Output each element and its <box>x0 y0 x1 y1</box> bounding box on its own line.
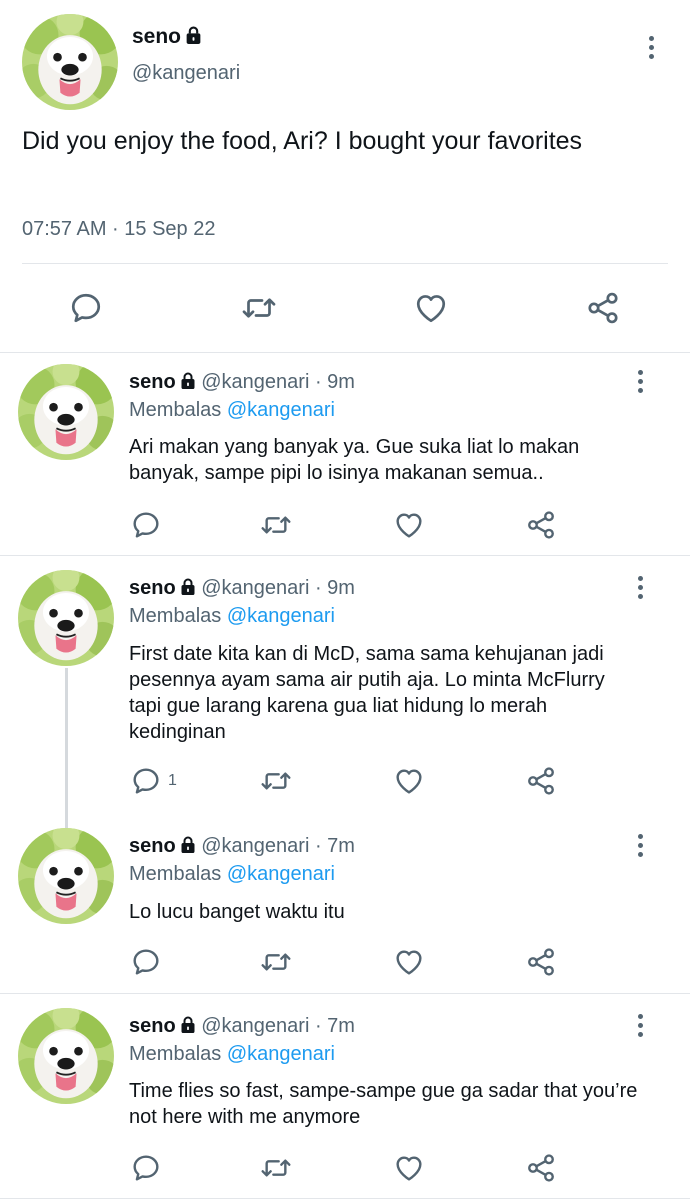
retweet-button[interactable] <box>259 765 293 797</box>
reply-icon <box>130 946 162 978</box>
like-button[interactable] <box>393 1152 425 1184</box>
more-icon[interactable] <box>636 370 644 397</box>
retweet-icon <box>259 765 293 797</box>
reply-button[interactable] <box>130 509 168 541</box>
more-icon[interactable] <box>636 576 644 603</box>
more-icon[interactable] <box>636 1014 644 1041</box>
share-icon <box>525 1152 557 1184</box>
retweet-icon <box>259 509 293 541</box>
reply-header: seno @kangenari · 7m <box>129 835 355 858</box>
share-icon <box>525 509 557 541</box>
share-icon <box>525 765 557 797</box>
like-icon <box>393 765 425 797</box>
author-name-row[interactable]: seno <box>132 25 202 49</box>
retweet-icon <box>259 1152 293 1184</box>
share-button[interactable] <box>585 290 621 326</box>
retweet-icon <box>259 946 293 978</box>
author-handle[interactable]: @kangenari <box>201 371 309 393</box>
lock-icon <box>180 578 196 596</box>
lock-icon <box>180 836 196 854</box>
divider <box>0 993 690 994</box>
reply-button[interactable] <box>68 290 104 326</box>
tweet-timestamp[interactable]: 07:57 AM · 15 Sep 22 <box>22 218 215 241</box>
author-name[interactable]: seno <box>129 835 176 857</box>
reply-icon <box>130 765 162 797</box>
replying-to-link[interactable]: @kangenari <box>227 1043 335 1065</box>
author-name[interactable]: seno <box>129 577 176 599</box>
reply-button[interactable]: 1 <box>130 765 177 797</box>
share-button[interactable] <box>525 509 557 541</box>
like-button[interactable] <box>413 290 449 326</box>
retweet-button[interactable] <box>259 946 293 978</box>
reply-header: seno @kangenari · 7m <box>129 1015 355 1038</box>
reply-time[interactable]: · 9m <box>315 371 355 393</box>
author-handle[interactable]: @kangenari <box>201 1015 309 1037</box>
share-button[interactable] <box>525 765 557 797</box>
like-icon <box>393 509 425 541</box>
lock-icon <box>185 26 202 45</box>
lock-icon <box>180 1016 196 1034</box>
share-icon <box>525 946 557 978</box>
reply-icon <box>130 509 162 541</box>
divider <box>22 263 668 264</box>
reply-header: seno @kangenari · 9m <box>129 577 355 600</box>
more-icon[interactable] <box>636 834 644 861</box>
retweet-button[interactable] <box>259 509 293 541</box>
like-button[interactable] <box>393 509 425 541</box>
like-icon <box>393 946 425 978</box>
replying-to: Membalas @kangenari <box>129 399 335 421</box>
author-name[interactable]: seno <box>129 371 176 393</box>
author-handle[interactable]: @kangenari <box>132 62 240 85</box>
reply-time[interactable]: · 7m <box>315 835 355 857</box>
tweet-text: Did you enjoy the food, Ari? I bought yo… <box>22 127 583 155</box>
replying-to-link[interactable]: @kangenari <box>227 605 335 627</box>
divider <box>0 1198 690 1199</box>
replying-to: Membalas @kangenari <box>129 605 335 627</box>
author-name[interactable]: seno <box>129 1015 176 1037</box>
retweet-button[interactable] <box>240 290 278 326</box>
reply-text: Time flies so fast, sampe-sampe gue ga s… <box>129 1080 638 1128</box>
thread-line <box>65 668 68 828</box>
reply-icon <box>130 1152 162 1184</box>
avatar[interactable] <box>18 570 114 666</box>
retweet-button[interactable] <box>259 1152 293 1184</box>
divider <box>0 352 690 353</box>
reply-time[interactable]: · 9m <box>315 577 355 599</box>
reply-text: Lo lucu banget waktu itu <box>129 901 345 923</box>
reply-count: 1 <box>168 772 177 789</box>
avatar[interactable] <box>22 14 118 110</box>
like-button[interactable] <box>393 946 425 978</box>
reply-text: Ari makan yang banyak ya. Gue suka liat … <box>129 436 580 484</box>
like-icon <box>413 290 449 326</box>
reply-button[interactable] <box>130 946 168 978</box>
replying-to: Membalas @kangenari <box>129 1043 335 1065</box>
retweet-icon <box>240 290 278 326</box>
reply-text: First date kita kan di McD, sama sama ke… <box>129 643 605 743</box>
replying-to-link[interactable]: @kangenari <box>227 863 335 885</box>
share-button[interactable] <box>525 1152 557 1184</box>
author-handle[interactable]: @kangenari <box>201 577 309 599</box>
more-icon[interactable] <box>647 36 655 63</box>
author-name[interactable]: seno <box>132 25 181 48</box>
like-button[interactable] <box>393 765 425 797</box>
reply-time[interactable]: · 7m <box>315 1015 355 1037</box>
replying-to: Membalas @kangenari <box>129 863 335 885</box>
avatar[interactable] <box>18 828 114 924</box>
reply-icon <box>68 290 104 326</box>
lock-icon <box>180 372 196 390</box>
replying-to-link[interactable]: @kangenari <box>227 399 335 421</box>
share-icon <box>585 290 621 326</box>
like-icon <box>393 1152 425 1184</box>
share-button[interactable] <box>525 946 557 978</box>
reply-header: seno @kangenari · 9m <box>129 371 355 394</box>
divider <box>0 555 690 556</box>
avatar[interactable] <box>18 364 114 460</box>
author-handle[interactable]: @kangenari <box>201 835 309 857</box>
avatar[interactable] <box>18 1008 114 1104</box>
reply-button[interactable] <box>130 1152 168 1184</box>
